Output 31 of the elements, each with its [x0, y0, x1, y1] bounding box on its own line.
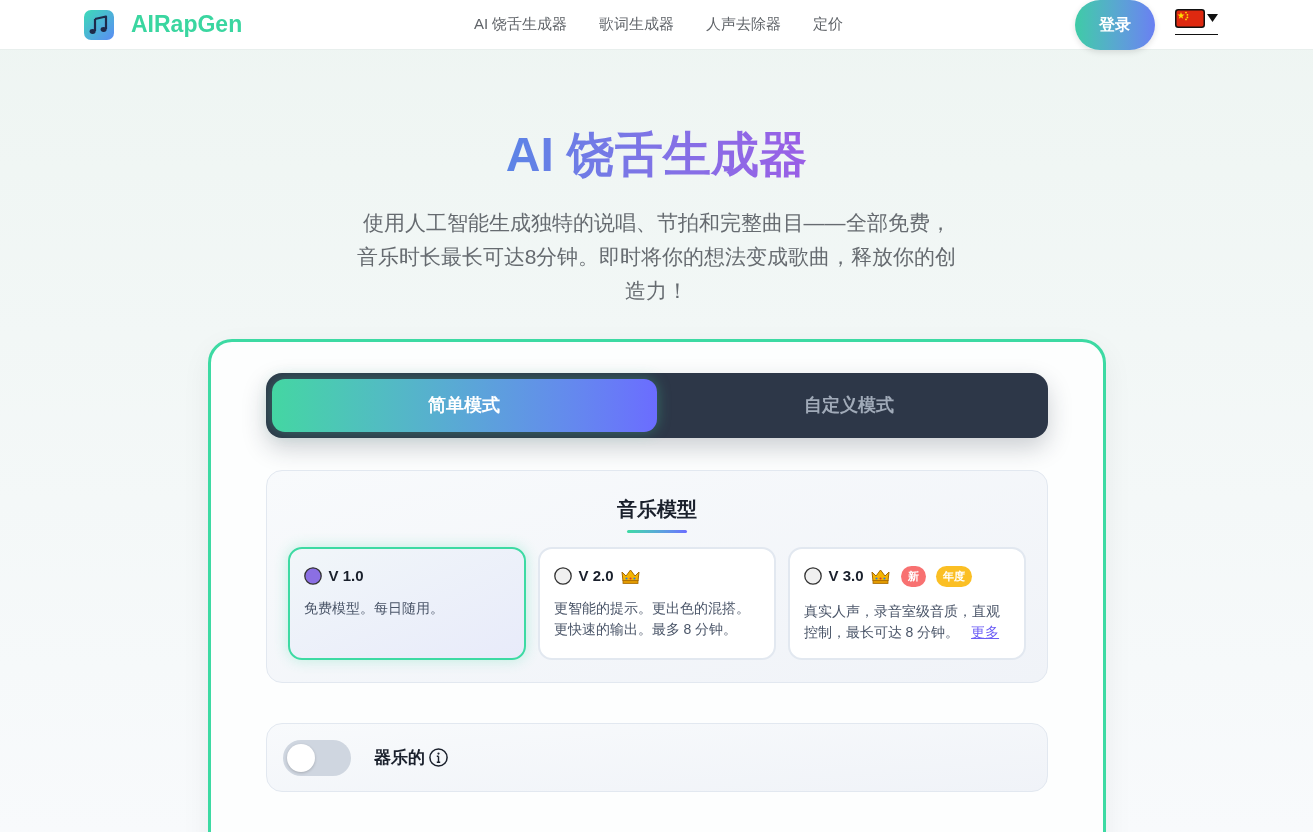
- radio-icon[interactable]: [803, 567, 822, 586]
- mode-tab[interactable]: 自定义模式: [656, 379, 1042, 432]
- page-subtitle: 使用人工智能生成独特的说唱、节拍和完整曲目——全部免费，音乐时长最长可达8分钟。即时将你的想法变成歌曲，释放你的创造力！: [355, 210, 958, 304]
- music-note-logo-icon: [84, 9, 114, 40]
- model-option-card[interactable]: V 1.0 免费模型。每日随用。: [287, 547, 526, 660]
- model-description: 真实人声，录音室级音质，直观控制，最长可达 8 分钟。 更多: [803, 601, 1001, 642]
- instrumental-label: 器乐的: [373, 746, 425, 769]
- radio-icon[interactable]: [303, 567, 322, 586]
- model-description: 更智能的提示。更出色的混搭。更快速的输出。最多 8 分钟。: [553, 598, 751, 639]
- model-tag: 新: [900, 565, 926, 587]
- toggle-knob: [286, 743, 315, 772]
- model-name: V 2.0: [578, 566, 614, 586]
- language-selector[interactable]: [1175, 8, 1218, 35]
- nav-link[interactable]: 定价: [813, 13, 844, 36]
- caret-icon: [1207, 14, 1218, 22]
- model-name: V 3.0: [828, 566, 864, 586]
- flag-icon: [1175, 8, 1205, 28]
- model-tag: 年度: [935, 565, 972, 587]
- model-option-card[interactable]: V 2.0 更智能的提示。更出色的混搭。更快速的输出。最多 8 分钟。: [537, 547, 776, 660]
- section-heading: 音乐模型: [615, 497, 698, 522]
- more-link[interactable]: 更多: [971, 623, 1000, 640]
- radio-icon[interactable]: [553, 567, 572, 586]
- model-option-card[interactable]: V 3.0 新 年度 真实人声，录音室级音质，直观控制，最长可达 8 分钟。 更多: [787, 547, 1026, 660]
- nav-link[interactable]: AI 饶舌生成器: [473, 13, 568, 36]
- instrumental-toggle[interactable]: [282, 739, 351, 776]
- model-name: V 1.0: [328, 566, 364, 586]
- nav-link[interactable]: 人声去除器: [706, 13, 782, 36]
- heading-underline: [626, 530, 687, 533]
- model-description: 免费模型。每日随用。: [303, 598, 445, 618]
- info-icon[interactable]: [428, 748, 448, 767]
- nav-link[interactable]: 歌词生成器: [599, 13, 675, 36]
